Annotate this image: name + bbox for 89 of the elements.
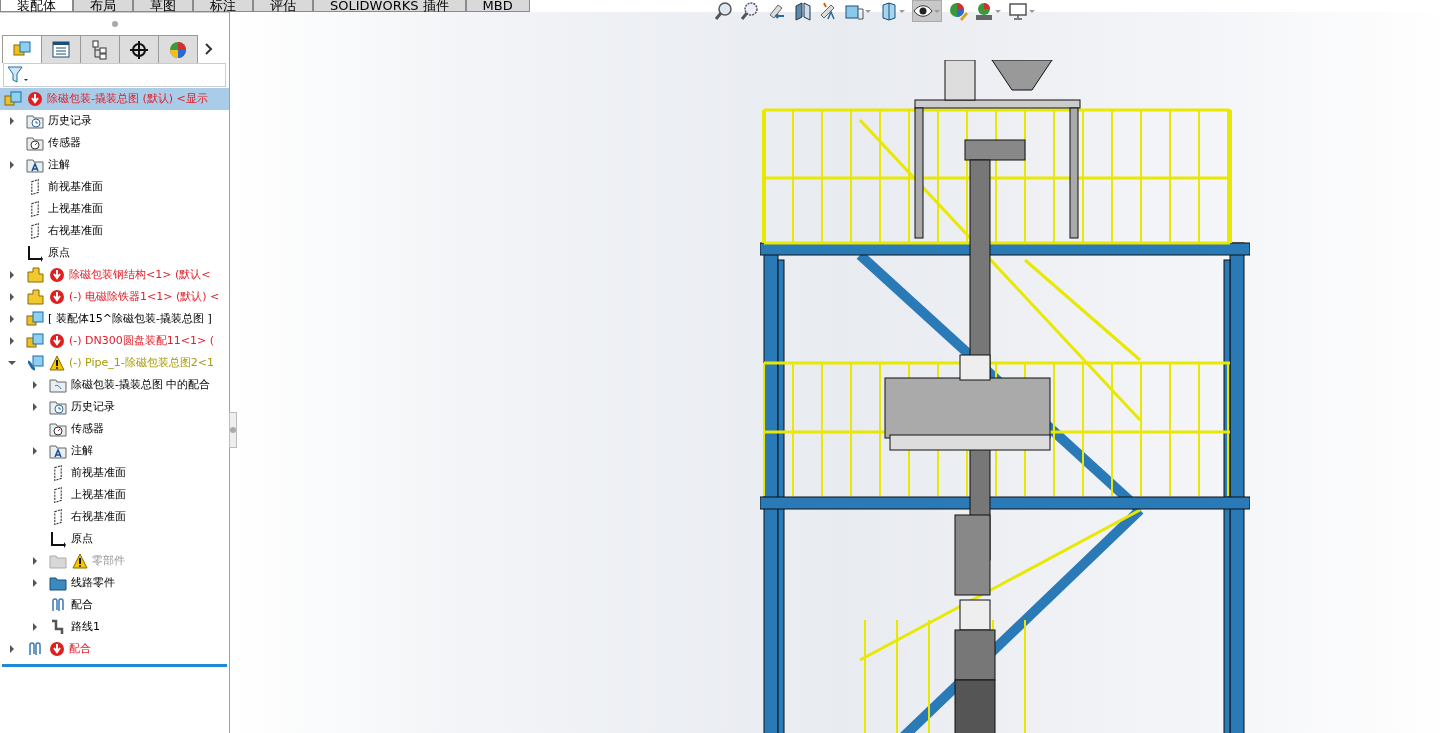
sensor-folder-icon (26, 134, 44, 152)
plane-icon (54, 487, 62, 503)
expand-arrow-icon[interactable] (10, 271, 14, 279)
mate-folder-icon (49, 376, 67, 394)
expand-arrow-icon[interactable] (10, 315, 14, 323)
panel-tab[interactable] (41, 35, 81, 63)
error-icon (49, 289, 65, 305)
origin-icon (26, 244, 44, 262)
plane-icon (54, 509, 62, 525)
pipe-assembly-icon (26, 354, 44, 372)
tree-item[interactable]: 路线1 (71, 618, 100, 636)
expand-arrow-icon[interactable] (33, 381, 37, 389)
panel-tab[interactable] (119, 35, 159, 63)
annotation-folder-icon (49, 442, 67, 460)
expand-arrow-icon[interactable] (10, 117, 14, 125)
tree-item[interactable]: 右视基准面 (71, 508, 126, 526)
color-ball-scene-icon[interactable] (974, 1, 1002, 21)
part-icon (26, 266, 44, 284)
error-icon (49, 267, 65, 283)
tree-item[interactable]: (-) 电磁除铁器1<1> (默认) < (69, 288, 220, 306)
plane-icon (54, 465, 62, 481)
paperclip-icon (26, 640, 44, 658)
filter-icon[interactable] (7, 66, 29, 84)
annotation-icon[interactable] (818, 1, 838, 21)
tree-item[interactable]: 历史记录 (71, 398, 115, 416)
assembly-icon (26, 310, 44, 328)
tree-item[interactable]: (-) DN300圆盘装配11<1> ( (69, 332, 214, 350)
paperclip-icon (49, 596, 67, 614)
part-icon (26, 288, 44, 306)
warning-icon (72, 553, 88, 569)
plane-icon (31, 201, 39, 217)
expand-arrow-icon[interactable] (33, 623, 37, 631)
command-tab[interactable]: 装配体 (0, 0, 73, 12)
tree-item[interactable]: 线路零件 (71, 574, 115, 592)
assembly-icon (26, 332, 44, 350)
expand-arrow-icon[interactable] (10, 161, 14, 169)
expand-arrow-icon[interactable] (10, 337, 14, 345)
tree-item[interactable]: [ 装配体15^除磁包装-撬装总图 ] (48, 310, 212, 328)
tree-item[interactable]: 除磁包装钢结构<1> (默认< (69, 266, 211, 284)
tree-item[interactable]: 历史记录 (48, 112, 92, 130)
expand-arrow-icon[interactable] (33, 403, 37, 411)
expand-arrow-icon[interactable] (33, 579, 37, 587)
magnifier-icon[interactable] (714, 1, 734, 21)
eye-icon[interactable] (912, 0, 942, 22)
origin-icon (49, 530, 67, 548)
command-tab[interactable]: 布局 (73, 0, 133, 12)
command-tab[interactable]: MBD (465, 0, 530, 12)
tree-item[interactable]: 配合 (69, 640, 91, 658)
tree-item[interactable]: 上视基准面 (48, 200, 103, 218)
tree-item[interactable]: 上视基准面 (71, 486, 126, 504)
monitor-icon[interactable] (1008, 1, 1036, 21)
expand-arrow-icon[interactable] (10, 645, 14, 653)
history-folder-icon (49, 398, 67, 416)
command-tab[interactable]: 草图 (133, 0, 193, 12)
tree-item[interactable]: 传感器 (48, 134, 81, 152)
expand-arrow-icon[interactable] (33, 557, 37, 565)
crosshair-icon (128, 38, 150, 61)
expand-arrow-icon[interactable] (10, 293, 14, 301)
command-tab[interactable]: 评估 (253, 0, 313, 12)
folder-icon (49, 574, 67, 592)
tree-item[interactable]: 注解 (71, 442, 93, 460)
tree-item[interactable]: 注解 (48, 156, 70, 174)
tree-item[interactable]: 原点 (48, 244, 70, 262)
error-icon (49, 641, 65, 657)
expand-arrow-icon[interactable] (33, 447, 37, 455)
tree-item[interactable]: 除磁包装-撬装总图 中的配合 (71, 376, 211, 394)
plane-icon (31, 223, 39, 239)
folder-icon (49, 552, 67, 570)
color-ball-pencil-icon[interactable] (948, 1, 968, 21)
magnifier-icon[interactable] (740, 1, 760, 21)
error-icon (27, 91, 43, 107)
tree-item[interactable]: 右视基准面 (48, 222, 103, 240)
command-tab[interactable]: SOLIDWORKS 插件 (313, 0, 466, 12)
tree-item[interactable]: 原点 (71, 530, 93, 548)
assembly-icon (4, 90, 22, 108)
collapse-arrow-icon[interactable] (8, 361, 16, 365)
list-icon (50, 38, 72, 61)
error-icon (49, 333, 65, 349)
plane-icon (31, 179, 39, 195)
history-folder-icon (26, 112, 44, 130)
section-view-icon[interactable] (792, 1, 812, 21)
tree-item[interactable]: 前视基准面 (48, 178, 103, 196)
warning-icon (49, 355, 65, 371)
sensor-folder-icon (49, 420, 67, 438)
panel-grip[interactable] (111, 21, 118, 27)
tree-item[interactable]: 传感器 (71, 420, 104, 438)
annotation-folder-icon (26, 156, 44, 174)
tree-item[interactable]: 前视基准面 (71, 464, 126, 482)
tree-item[interactable]: 配合 (71, 596, 93, 614)
